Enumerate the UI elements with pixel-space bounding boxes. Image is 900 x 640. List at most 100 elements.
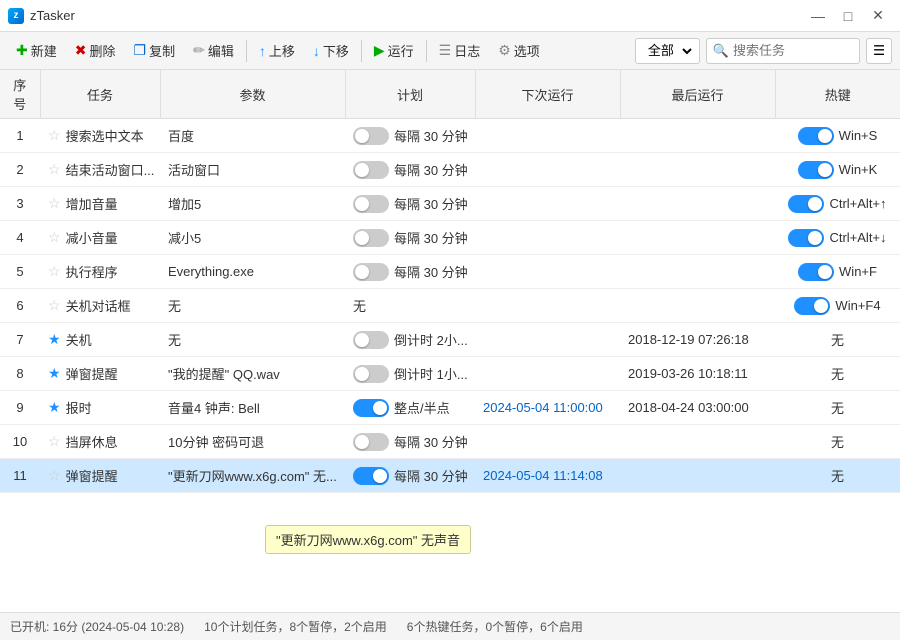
cell-param: 无 — [160, 323, 345, 357]
log-label: 日志 — [454, 41, 480, 60]
star-icon[interactable]: ★ — [48, 365, 61, 382]
view-button[interactable]: ☰ — [866, 38, 892, 64]
maximize-button[interactable]: □ — [834, 5, 862, 27]
cell-plan: 每隔 30 分钟 — [345, 425, 475, 459]
cell-hotkey: 无 — [775, 459, 900, 493]
run-button[interactable]: ▶ 运行 — [366, 38, 422, 63]
hotkey-toggle[interactable] — [798, 127, 834, 145]
up-label: 上移 — [269, 41, 295, 60]
plan-toggle[interactable] — [353, 399, 389, 417]
star-icon[interactable]: ☆ — [48, 263, 61, 280]
cell-param: 音量4 钟声: Bell — [160, 391, 345, 425]
star-icon[interactable]: ☆ — [48, 127, 61, 144]
task-name-label: 关机 — [66, 330, 92, 349]
task-name-label: 搜索选中文本 — [66, 126, 144, 145]
up-button[interactable]: ↑ 上移 — [251, 38, 303, 63]
filter-select[interactable]: 全部 — [640, 38, 695, 64]
delete-button[interactable]: ✖ 删除 — [67, 38, 124, 63]
star-icon[interactable]: ☆ — [48, 229, 61, 246]
sep1 — [246, 40, 247, 62]
star-icon[interactable]: ★ — [48, 331, 61, 348]
plan-toggle[interactable] — [353, 229, 389, 247]
hotkey-text: Ctrl+Alt+↓ — [829, 230, 886, 245]
cell-hotkey: 无 — [775, 357, 900, 391]
options-button[interactable]: ⚙ 选项 — [490, 38, 548, 63]
plan-toggle[interactable] — [353, 433, 389, 451]
plan-text: 倒计时 1小... — [394, 364, 468, 383]
cell-task: ☆ 弹窗提醒 — [40, 459, 160, 493]
table-row[interactable]: 5☆执行程序Everything.exe每隔 30 分钟Win+F — [0, 255, 900, 289]
cell-plan: 每隔 30 分钟 — [345, 153, 475, 187]
table-row[interactable]: 11☆弹窗提醒"更新刀网www.x6g.com" 无...每隔 30 分钟202… — [0, 459, 900, 493]
delete-label: 删除 — [89, 41, 115, 60]
down-button[interactable]: ↓ 下移 — [305, 38, 357, 63]
search-input[interactable] — [733, 43, 853, 58]
edit-button[interactable]: ✏ 编辑 — [185, 38, 242, 63]
cell-hotkey: Ctrl+Alt+↓ — [775, 221, 900, 255]
cell-param: Everything.exe — [160, 255, 345, 289]
cell-next — [475, 187, 620, 221]
cell-last — [620, 289, 775, 323]
star-icon[interactable]: ★ — [48, 399, 61, 416]
table-row[interactable]: 3☆增加音量增加5每隔 30 分钟Ctrl+Alt+↑ — [0, 187, 900, 221]
cell-task: ★弹窗提醒 — [40, 357, 160, 391]
star-icon[interactable]: ☆ — [48, 161, 61, 178]
cell-task: ☆结束活动窗口... — [40, 153, 160, 187]
minimize-button[interactable]: — — [804, 5, 832, 27]
cell-task: ☆挡屏休息 — [40, 425, 160, 459]
table-row[interactable]: 7★关机无倒计时 2小...2018-12-19 07:26:18无 — [0, 323, 900, 357]
run-label: 运行 — [388, 41, 414, 60]
plan-toggle[interactable] — [353, 127, 389, 145]
plan-toggle[interactable] — [353, 161, 389, 179]
log-button[interactable]: ☰ 日志 — [431, 38, 489, 63]
plan-toggle[interactable] — [353, 467, 389, 485]
cell-last — [620, 187, 775, 221]
cell-hotkey: Win+F — [775, 255, 900, 289]
plan-toggle[interactable] — [353, 331, 389, 349]
table-row[interactable]: 9★报时音量4 钟声: Bell整点/半点2024-05-04 11:00:00… — [0, 391, 900, 425]
cell-next — [475, 153, 620, 187]
table-row[interactable]: 10☆挡屏休息10分钟 密码可退每隔 30 分钟无 — [0, 425, 900, 459]
star-icon[interactable]: ☆ — [48, 195, 61, 212]
task-name-label: 增加音量 — [66, 194, 118, 213]
plan-text: 每隔 30 分钟 — [394, 126, 468, 145]
star-icon[interactable]: ☆ — [48, 297, 61, 314]
plan-toggle[interactable] — [353, 263, 389, 281]
new-button[interactable]: ✚ 新建 — [8, 38, 65, 63]
table-row[interactable]: 2☆结束活动窗口...活动窗口每隔 30 分钟Win+K — [0, 153, 900, 187]
table-row[interactable]: 4☆减小音量减小5每隔 30 分钟Ctrl+Alt+↓ — [0, 221, 900, 255]
cell-next — [475, 425, 620, 459]
hotkey-toggle[interactable] — [798, 161, 834, 179]
cell-hotkey: 无 — [775, 391, 900, 425]
task-name-label: 弹窗提醒 — [66, 466, 118, 485]
hotkey-toggle[interactable] — [798, 263, 834, 281]
hotkey-toggle[interactable] — [788, 229, 824, 247]
table-row[interactable]: 8★弹窗提醒"我的提醒" QQ.wav倒计时 1小...2019-03-26 1… — [0, 357, 900, 391]
cell-num: 6 — [0, 289, 40, 323]
star-icon[interactable]: ☆ — [48, 433, 61, 450]
table-row[interactable]: 1☆搜索选中文本百度每隔 30 分钟Win+S — [0, 119, 900, 153]
hotkey-text: Win+K — [839, 162, 878, 177]
cell-plan: 倒计时 1小... — [345, 357, 475, 391]
hotkey-toggle[interactable] — [794, 297, 830, 315]
cell-next — [475, 289, 620, 323]
plan-toggle[interactable] — [353, 365, 389, 383]
hotkey-text: Ctrl+Alt+↑ — [829, 196, 886, 211]
cell-plan: 倒计时 2小... — [345, 323, 475, 357]
plan-toggle[interactable] — [353, 195, 389, 213]
status-bar: 已开机: 16分 (2024-05-04 10:28) 10个计划任务，8个暂停… — [0, 612, 900, 640]
star-icon[interactable]: ☆ — [48, 467, 61, 484]
close-button[interactable]: ✕ — [864, 5, 892, 27]
hotkey-toggle[interactable] — [788, 195, 824, 213]
cell-plan: 无 — [345, 289, 475, 323]
cell-num: 11 — [0, 459, 40, 493]
plan-text: 每隔 30 分钟 — [394, 194, 468, 213]
table-row[interactable]: 6☆关机对话框无无Win+F4 — [0, 289, 900, 323]
cell-param: 百度 — [160, 119, 345, 153]
cell-hotkey: Win+F4 — [775, 289, 900, 323]
cell-next — [475, 323, 620, 357]
copy-button[interactable]: ❐ 复制 — [126, 38, 184, 63]
cell-hotkey: 无 — [775, 323, 900, 357]
plan-text: 每隔 30 分钟 — [394, 228, 468, 247]
toolbar-right: 全部 🔍 ☰ — [635, 38, 892, 64]
